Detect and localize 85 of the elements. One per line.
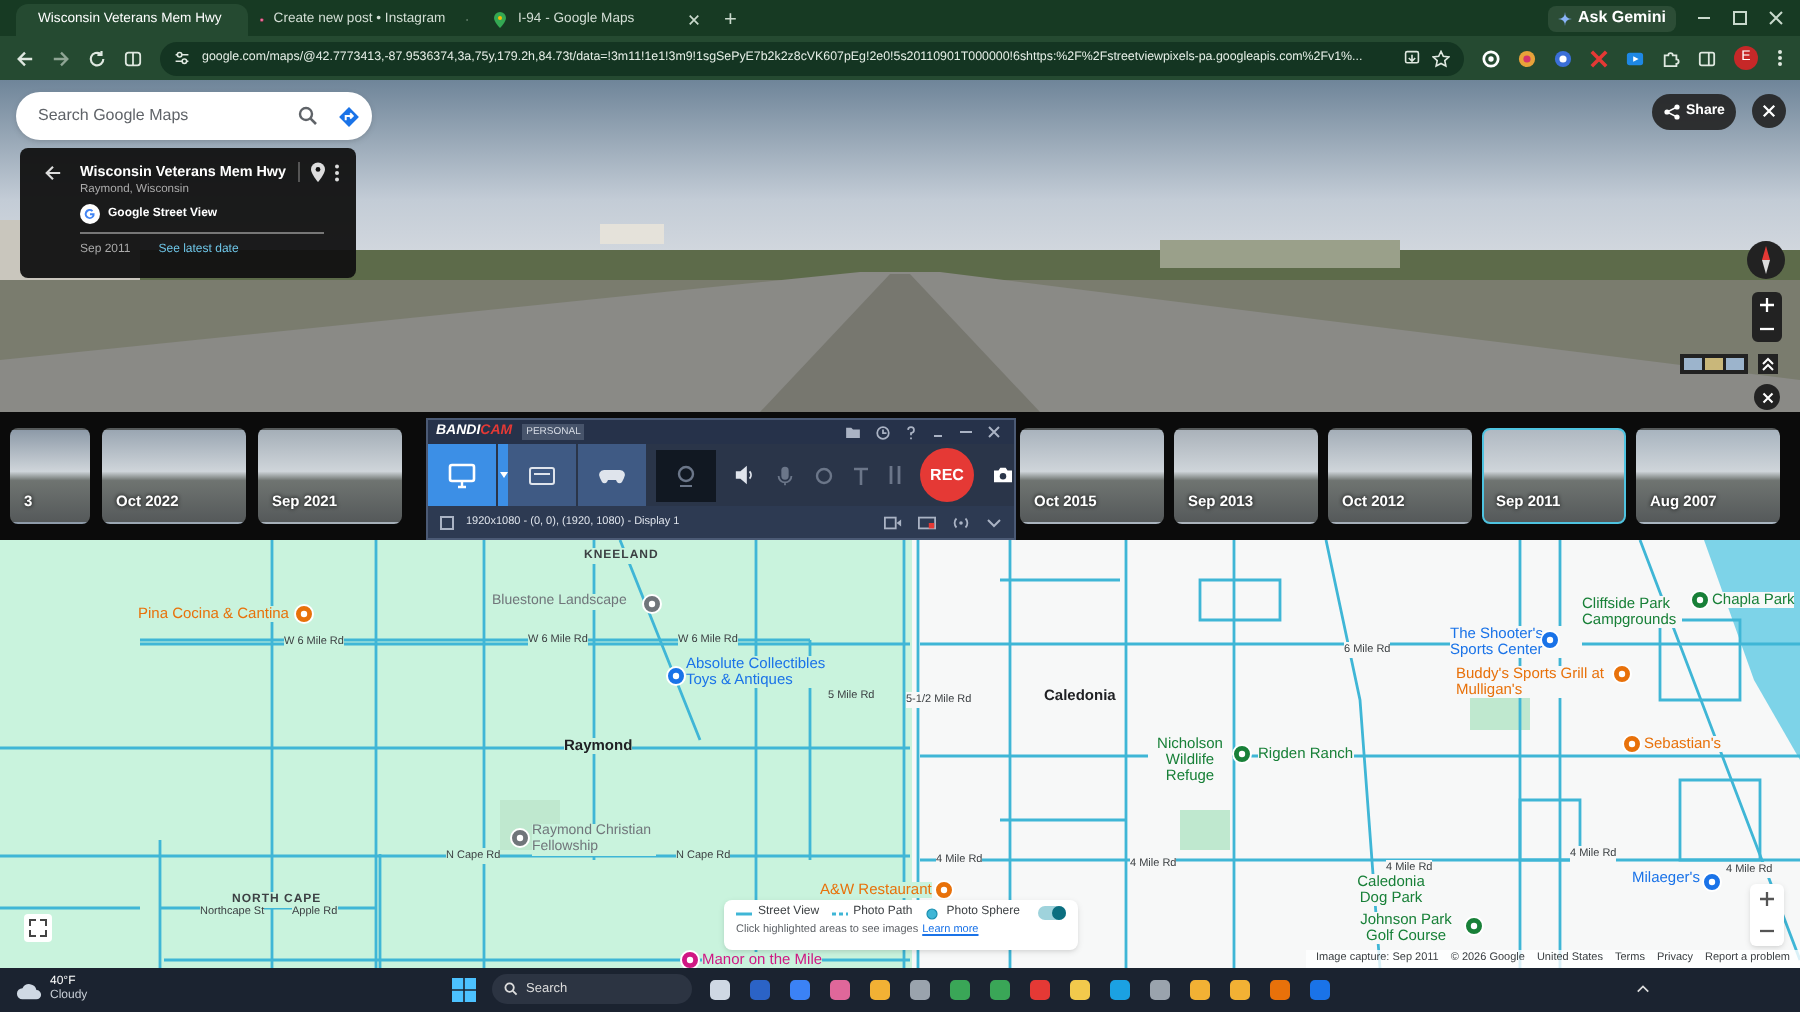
location-pin-icon[interactable] xyxy=(310,162,326,183)
task-view-icon[interactable] xyxy=(708,977,732,1001)
text-tool-icon[interactable] xyxy=(852,465,870,485)
clock-icon[interactable] xyxy=(876,425,890,439)
split-view-icon[interactable] xyxy=(124,49,142,67)
fullscreen-icon[interactable] xyxy=(24,914,52,942)
webcam-overlay-icon[interactable] xyxy=(814,465,834,485)
windows-start-icon[interactable] xyxy=(452,977,476,1001)
help-icon[interactable] xyxy=(906,425,916,439)
caret-icon xyxy=(499,472,507,478)
menu-icon[interactable] xyxy=(1776,48,1784,68)
street-view-line-icon xyxy=(736,907,752,919)
browser-icon[interactable] xyxy=(1108,977,1132,1001)
cloud-icon xyxy=(16,981,42,999)
map-pin-icon[interactable] xyxy=(1690,590,1710,610)
overlay-icon[interactable] xyxy=(918,515,936,529)
map-pin-icon xyxy=(492,12,508,28)
maximize-icon[interactable] xyxy=(1732,10,1748,26)
browser-icon[interactable] xyxy=(1188,977,1212,1001)
bookmark-star-icon[interactable] xyxy=(1432,49,1450,67)
browser-icon[interactable] xyxy=(868,977,892,1001)
thumbnail-preview-icon[interactable] xyxy=(1680,354,1748,374)
more-options-icon[interactable] xyxy=(334,163,340,182)
map-pin-icon[interactable] xyxy=(1540,630,1560,650)
ask-gemini-button[interactable]: Ask Gemini xyxy=(1547,5,1676,31)
pause-icon[interactable] xyxy=(888,466,902,484)
app-icon[interactable] xyxy=(908,977,932,1001)
photo-path-icon xyxy=(831,907,848,919)
search-icon[interactable] xyxy=(504,982,518,996)
site-info-icon[interactable] xyxy=(174,50,190,66)
new-tab-button[interactable]: + xyxy=(712,4,749,36)
mode-button[interactable] xyxy=(508,444,578,506)
webcam-icon xyxy=(674,463,698,487)
map-pin-icon[interactable] xyxy=(1702,872,1722,892)
mode-button[interactable] xyxy=(578,444,648,506)
back-arrow-icon[interactable] xyxy=(44,163,62,182)
directions-icon[interactable] xyxy=(338,105,360,127)
monitor-icon xyxy=(448,461,476,489)
forward-icon[interactable] xyxy=(52,49,70,67)
copilot-icon[interactable] xyxy=(828,977,852,1001)
extension-icon[interactable] xyxy=(1626,49,1644,67)
reload-icon[interactable] xyxy=(88,49,106,67)
coverage-toggle[interactable] xyxy=(1038,906,1066,920)
share-icon xyxy=(1664,104,1680,120)
side-panel-icon[interactable] xyxy=(1698,49,1716,67)
microphone-icon[interactable] xyxy=(774,463,796,487)
hdmi-device-icon xyxy=(528,461,556,489)
search-bar[interactable]: Search Google Maps xyxy=(16,92,372,140)
puzzle-piece-icon[interactable] xyxy=(1662,49,1680,67)
shield-icon[interactable] xyxy=(1308,977,1332,1001)
store-icon[interactable] xyxy=(788,977,812,1001)
map-pin-icon[interactable] xyxy=(934,880,954,900)
photo-sphere-icon xyxy=(924,907,941,919)
area-checkbox[interactable] xyxy=(440,515,454,529)
sparkle-icon xyxy=(1557,11,1572,25)
app-icon[interactable] xyxy=(748,977,772,1001)
search-input[interactable]: Search Google Maps xyxy=(38,104,278,128)
browser-icon[interactable] xyxy=(1228,977,1252,1001)
media-player-icon[interactable] xyxy=(1268,977,1292,1001)
app-icon[interactable] xyxy=(1148,977,1172,1001)
map-pin-icon[interactable] xyxy=(1622,734,1642,754)
app-icon[interactable] xyxy=(948,977,972,1001)
mode-button[interactable] xyxy=(428,444,498,506)
install-app-icon[interactable] xyxy=(1404,50,1420,66)
signal-icon[interactable] xyxy=(952,515,970,529)
zoom-in-icon[interactable] xyxy=(1760,892,1774,907)
chevron-up-icon[interactable] xyxy=(1636,984,1650,994)
map-pin-icon[interactable] xyxy=(1232,744,1252,764)
record-icon[interactable] xyxy=(1028,977,1052,1001)
map-pin-icon[interactable] xyxy=(1464,916,1484,936)
google-logo-icon xyxy=(80,204,100,225)
webcam-button[interactable] xyxy=(656,449,716,501)
minimize-icon[interactable] xyxy=(960,426,972,438)
app-icon[interactable] xyxy=(988,977,1012,1001)
folder-icon[interactable] xyxy=(1068,977,1092,1001)
collapse-chevron-icon[interactable] xyxy=(1758,354,1778,374)
folder-icon[interactable] xyxy=(846,426,860,438)
back-icon[interactable] xyxy=(16,49,34,67)
video-icon[interactable] xyxy=(884,515,902,529)
compass-icon[interactable] xyxy=(1746,240,1786,280)
speaker-icon[interactable] xyxy=(734,464,756,486)
search-icon[interactable] xyxy=(298,106,318,126)
expand-chevron-icon[interactable] xyxy=(986,517,1002,527)
record-button[interactable]: REC xyxy=(920,448,974,502)
map-pin-icon[interactable] xyxy=(1612,664,1632,684)
